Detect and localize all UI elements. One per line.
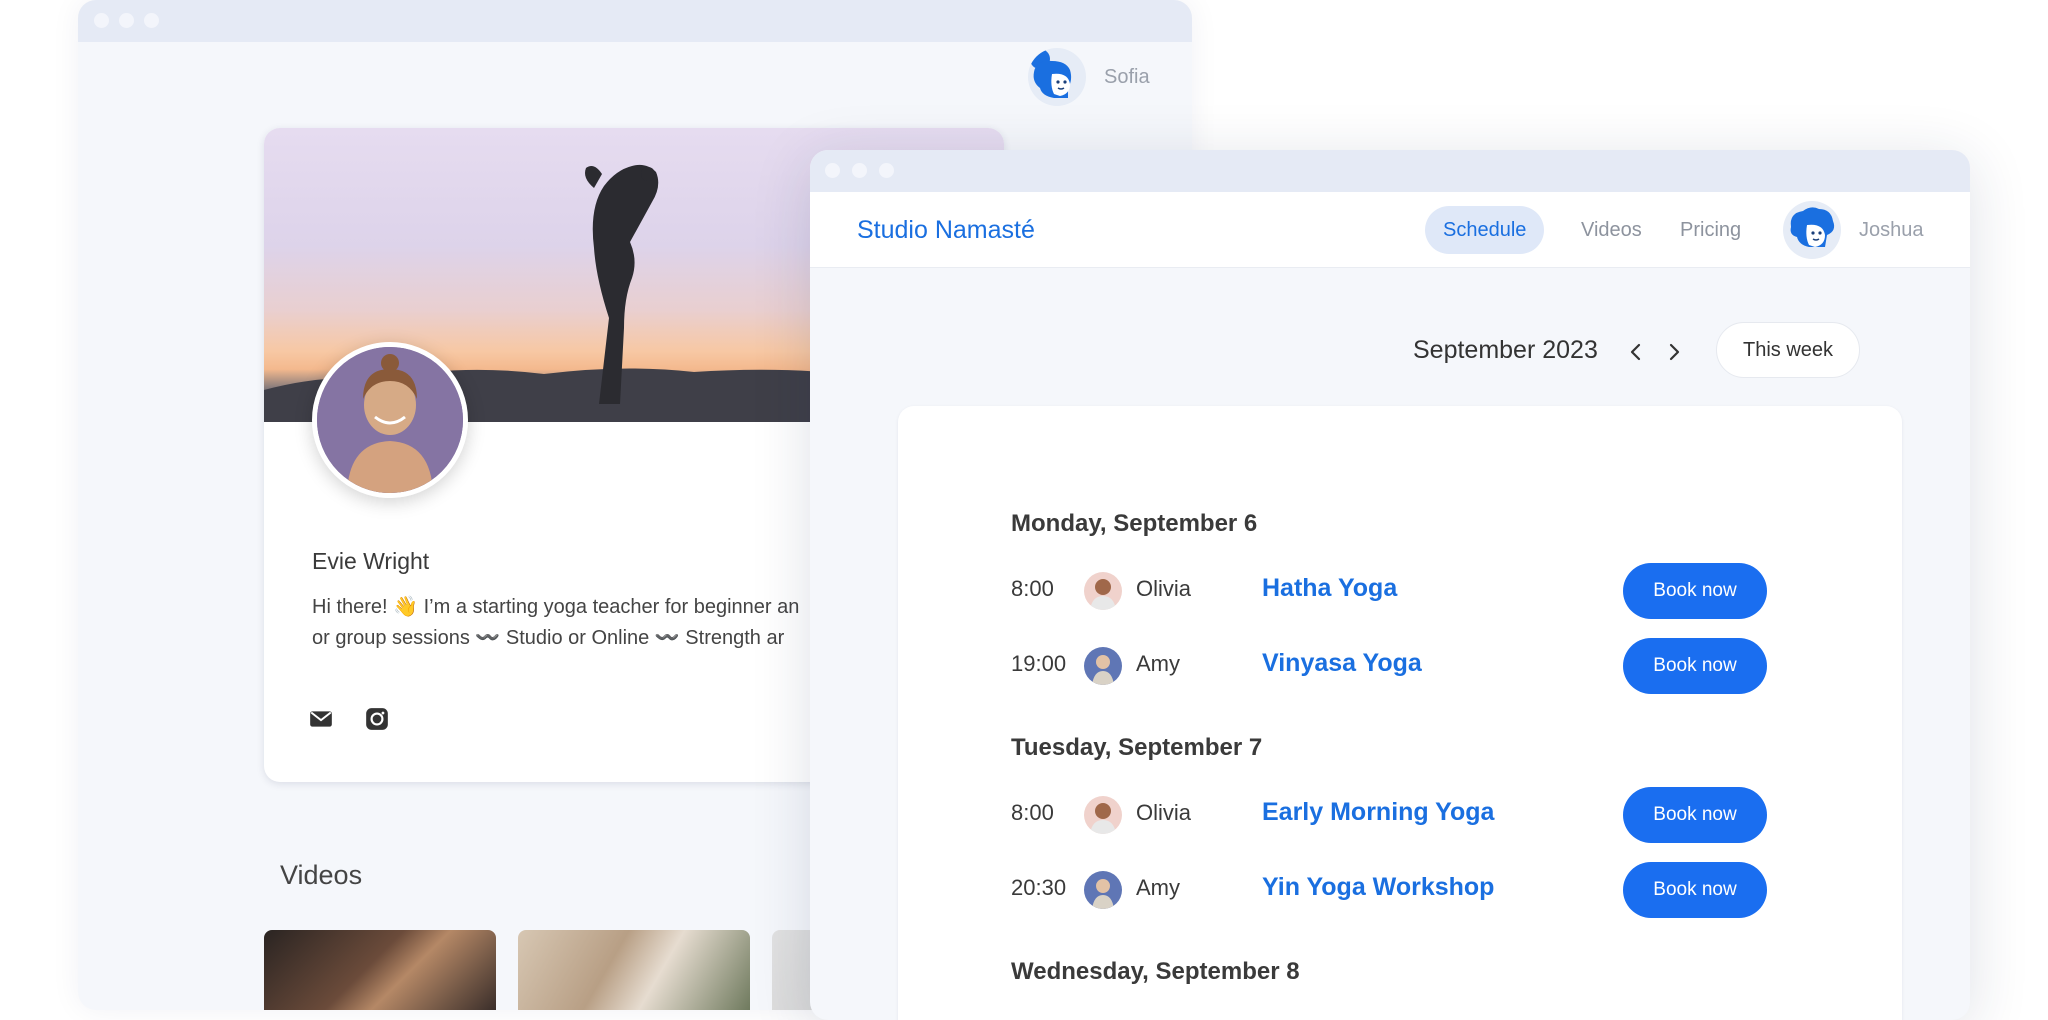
teacher-avatar (1084, 572, 1122, 610)
video-thumbnail[interactable] (518, 930, 750, 1010)
teacher-avatar (1084, 871, 1122, 909)
class-time: 20:30 (1011, 875, 1067, 900)
avatar (1783, 201, 1841, 259)
user-menu[interactable]: Sofia (1028, 48, 1150, 106)
teacher-name: Amy (1136, 875, 1180, 900)
profile-photo (312, 342, 468, 498)
window-titlebar (810, 150, 1970, 192)
window-titlebar (78, 0, 1192, 42)
chevron-right-icon[interactable] (1662, 340, 1686, 364)
instagram-icon[interactable] (364, 706, 390, 732)
video-thumbnail[interactable] (264, 930, 496, 1010)
top-navbar: Studio Namasté Schedule Videos Pricing J… (810, 192, 1970, 268)
nav-videos[interactable]: Videos (1563, 206, 1660, 254)
teacher-avatar (1084, 647, 1122, 685)
class-name-link[interactable]: Yin Yoga Workshop (1262, 873, 1494, 902)
teacher-portrait-illustration (317, 347, 463, 493)
nav-schedule[interactable]: Schedule (1425, 206, 1545, 254)
mail-icon[interactable] (308, 706, 334, 732)
nav-pricing[interactable]: Pricing (1662, 206, 1759, 254)
book-now-button[interactable]: Book now (1623, 563, 1767, 619)
videos-section-title: Videos (280, 860, 363, 890)
teacher-name: Olivia (1136, 800, 1192, 825)
day-heading: Tuesday, September 7 (1011, 734, 1263, 761)
class-time: 8:00 (1011, 800, 1054, 825)
chevron-left-icon[interactable] (1624, 340, 1648, 364)
teacher-avatar (1084, 796, 1122, 834)
brand-title[interactable]: Studio Namasté (857, 216, 1035, 245)
class-time: 19:00 (1011, 651, 1067, 676)
day-heading: Wednesday, September 8 (1011, 958, 1300, 985)
book-now-button[interactable]: Book now (1623, 638, 1767, 694)
book-now-button[interactable]: Book now (1623, 862, 1767, 918)
window-dot[interactable] (119, 13, 134, 28)
avatar-illustration-icon (1030, 49, 1072, 98)
studio-window: Studio Namasté Schedule Videos Pricing J… (810, 150, 1970, 1020)
window-dot[interactable] (879, 163, 894, 178)
profile-bio-line: Hi there! 👋 I’m a starting yoga teacher … (312, 596, 800, 618)
avatar (1028, 48, 1086, 106)
teacher-name: Olivia (1136, 576, 1192, 601)
user-menu[interactable]: Joshua (1783, 201, 1924, 259)
window-dot[interactable] (94, 13, 109, 28)
class-name-link[interactable]: Vinyasa Yoga (1262, 649, 1422, 678)
class-name-link[interactable]: Hatha Yoga (1262, 574, 1397, 603)
profile-name: Evie Wright (312, 548, 430, 574)
window-dot[interactable] (825, 163, 840, 178)
day-heading: Monday, September 6 (1011, 510, 1258, 537)
user-name: Joshua (1859, 218, 1924, 241)
avatar-illustration-icon (1790, 207, 1835, 247)
teacher-name: Amy (1136, 651, 1180, 676)
window-dot[interactable] (852, 163, 867, 178)
profile-bio-line: or group sessions 〰️ Studio or Online 〰️… (312, 627, 785, 649)
book-now-button[interactable]: Book now (1623, 787, 1767, 843)
class-name-link[interactable]: Early Morning Yoga (1262, 798, 1494, 827)
month-label: September 2023 (1413, 336, 1598, 364)
class-time: 8:00 (1011, 576, 1054, 601)
window-dot[interactable] (144, 13, 159, 28)
schedule-panel: Monday, September 6 8:00 Olivia Hatha Yo… (898, 406, 1902, 1020)
this-week-button[interactable]: This week (1716, 322, 1860, 378)
user-name: Sofia (1104, 65, 1150, 88)
